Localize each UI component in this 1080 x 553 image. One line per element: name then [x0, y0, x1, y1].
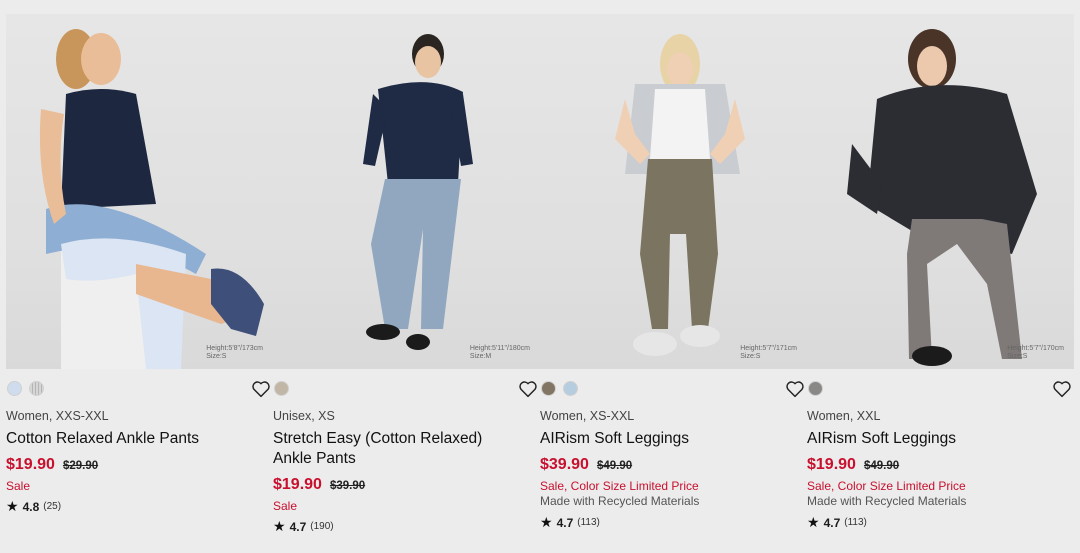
original-price: $39.90 — [329, 480, 366, 492]
original-price: $29.90 — [62, 460, 99, 472]
color-swatches — [7, 381, 44, 397]
product-card[interactable]: Height:5'7"/171cm Size:S Women, XS-XXL A… — [534, 14, 807, 553]
star-icon: ★ — [273, 518, 286, 534]
sale-price: $19.90 — [807, 456, 856, 473]
star-icon: ★ — [6, 498, 19, 514]
product-name[interactable]: Cotton Relaxed Ankle Pants — [6, 429, 246, 449]
rating-value: 4.7 — [289, 519, 307, 534]
color-swatch[interactable] — [274, 381, 289, 396]
rating-value: 4.7 — [556, 515, 574, 530]
price-row: $39.90 $49.90 — [540, 456, 632, 474]
rating-value: 4.8 — [22, 499, 40, 514]
sale-flag: Sale, Color Size Limited Price — [540, 479, 699, 493]
color-swatch[interactable] — [808, 381, 823, 396]
color-swatch[interactable] — [7, 381, 22, 396]
original-price: $49.90 — [863, 460, 900, 472]
price-row: $19.90 $39.90 — [273, 476, 365, 494]
product-category: Unisex, XS — [273, 409, 335, 423]
star-icon: ★ — [540, 514, 553, 530]
review-count: (190) — [310, 521, 334, 532]
product-category: Women, XXS-XXL — [6, 409, 109, 423]
review-count: (25) — [43, 501, 62, 512]
review-count: (113) — [577, 517, 600, 528]
product-grid: Height:5'8"/173cm Size:S Women, XXS-XXL … — [0, 14, 1080, 553]
product-name[interactable]: AIRism Soft Leggings — [540, 429, 780, 449]
model-info: Height:5'7"/171cm Size:S — [740, 345, 797, 360]
model-info: Height:5'11"/180cm Size:M — [469, 345, 530, 360]
original-price: $49.90 — [596, 460, 633, 472]
rating: ★ 4.8 (25) — [6, 498, 61, 515]
product-name[interactable]: Stretch Easy (Cotton Relaxed) Ankle Pant… — [273, 429, 513, 469]
color-swatch[interactable] — [541, 381, 556, 396]
color-swatches — [541, 381, 578, 397]
product-image[interactable]: Height:5'8"/173cm Size:S — [6, 14, 273, 369]
review-count: (113) — [844, 517, 867, 528]
color-swatches — [274, 381, 289, 397]
product-category: Women, XS-XXL — [540, 409, 635, 423]
price-row: $19.90 $49.90 — [807, 456, 899, 474]
product-card[interactable]: Height:5'7"/170cm Size:S Women, XXL AIRi… — [801, 14, 1074, 553]
product-card[interactable]: Height:5'11"/180cm Size:M Unisex, XS Str… — [267, 14, 540, 553]
recycled-note: Made with Recycled Materials — [540, 494, 700, 508]
rating: ★ 4.7 (113) — [807, 514, 867, 531]
product-image[interactable]: Height:5'7"/170cm Size:S — [807, 14, 1074, 369]
product-name[interactable]: AIRism Soft Leggings — [807, 429, 1047, 449]
sale-price: $39.90 — [540, 456, 589, 473]
rating-value: 4.7 — [823, 515, 841, 530]
color-swatch[interactable] — [29, 381, 44, 396]
rating: ★ 4.7 (190) — [273, 518, 334, 535]
recycled-note: Made with Recycled Materials — [807, 494, 967, 508]
sale-flag: Sale, Color Size Limited Price — [807, 479, 966, 493]
sale-flag: Sale — [273, 499, 298, 513]
sale-price: $19.90 — [273, 476, 322, 493]
sale-flag: Sale — [6, 479, 31, 493]
star-icon: ★ — [807, 514, 820, 530]
product-image[interactable]: Height:5'7"/171cm Size:S — [540, 14, 807, 369]
model-info: Height:5'8"/173cm Size:S — [206, 345, 263, 360]
price-row: $19.90 $29.90 — [6, 456, 98, 474]
model-info: Height:5'7"/170cm Size:S — [1007, 345, 1064, 360]
color-swatch[interactable] — [563, 381, 578, 396]
sale-price: $19.90 — [6, 456, 55, 473]
product-card[interactable]: Height:5'8"/173cm Size:S Women, XXS-XXL … — [0, 14, 273, 553]
color-swatches — [808, 381, 823, 397]
heart-outline-icon[interactable] — [1052, 380, 1072, 398]
product-image[interactable]: Height:5'11"/180cm Size:M — [273, 14, 540, 369]
product-category: Women, XXL — [807, 409, 881, 423]
rating: ★ 4.7 (113) — [540, 514, 600, 531]
